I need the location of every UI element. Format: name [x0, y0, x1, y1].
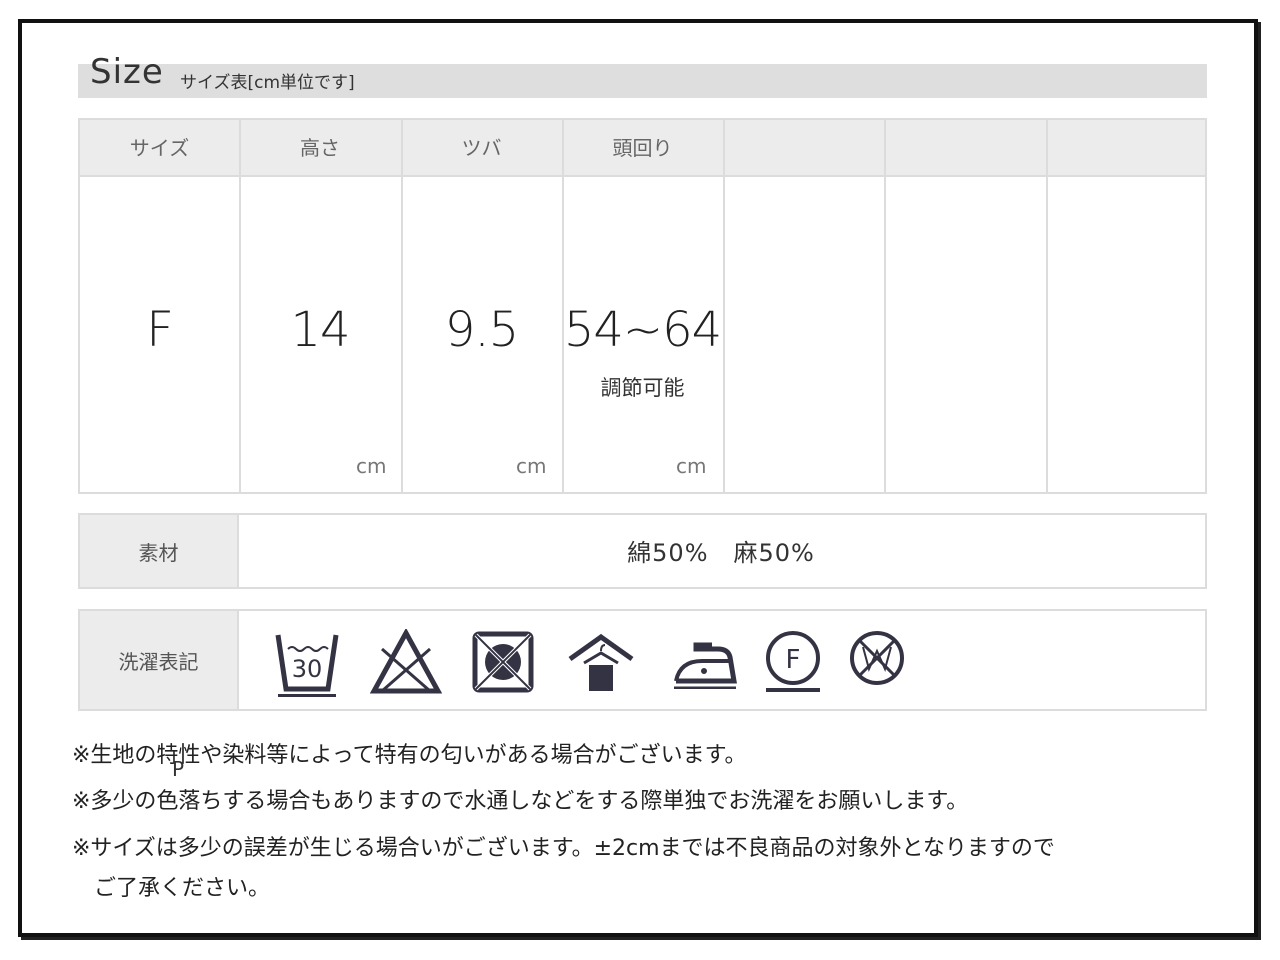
no-bleach-icon: [370, 629, 442, 694]
care-row: 洗濯表記 30 F: [78, 609, 1207, 711]
size-table: サイズ 高さ ツバ 頭回り F 14 9.5 54~64 調節可能 cm cm …: [78, 118, 1207, 494]
iron-low-icon: [674, 642, 737, 689]
header-size: サイズ: [129, 136, 190, 160]
adjustable-note: 調節可能: [600, 376, 685, 400]
column-divider: [884, 120, 886, 492]
value-head-circumference: 54~64: [563, 302, 722, 358]
material-value: 綿50% 麻50%: [627, 539, 815, 567]
value-size: F: [146, 302, 174, 358]
page-subtitle: サイズ表[cm単位です]: [180, 73, 355, 93]
note-line-4: ご了承ください。: [72, 876, 271, 901]
value-height: 14: [290, 302, 350, 358]
unit-head: cm: [676, 454, 707, 478]
page-title: Size: [90, 52, 164, 92]
wash-30-icon: 30: [275, 634, 339, 697]
header-head-circumference: 頭回り: [612, 136, 673, 160]
note-line-3: ※サイズは多少の誤差が生じる場合いがございます。±2cmまでは不良商品の対象外と…: [72, 836, 1055, 861]
care-label: 洗濯表記: [80, 611, 237, 709]
header-height: 高さ: [300, 136, 340, 160]
dryclean-f-icon: F: [766, 631, 820, 692]
stray-mark: P: [172, 757, 185, 781]
unit-brim: cm: [516, 454, 547, 478]
dryclean-letter: F: [786, 645, 801, 675]
value-brim: 9.5: [444, 302, 519, 358]
material-label: 素材: [80, 515, 237, 587]
hang-dry-icon: [568, 633, 634, 691]
note-line-2: ※多少の色落ちする場合もありますので水通しなどをする際単独でお洗濯をお願いします…: [72, 789, 969, 814]
no-wet-clean-icon: [850, 631, 904, 685]
column-divider: [1046, 120, 1048, 492]
header-brim: ツバ: [461, 136, 502, 160]
wash-temp-label: 30: [292, 655, 323, 683]
unit-height: cm: [356, 454, 387, 478]
no-tumble-dry-icon: [472, 631, 534, 693]
column-divider: [723, 120, 725, 492]
material-row: 素材 綿50% 麻50%: [78, 513, 1207, 589]
column-divider: [237, 611, 239, 709]
